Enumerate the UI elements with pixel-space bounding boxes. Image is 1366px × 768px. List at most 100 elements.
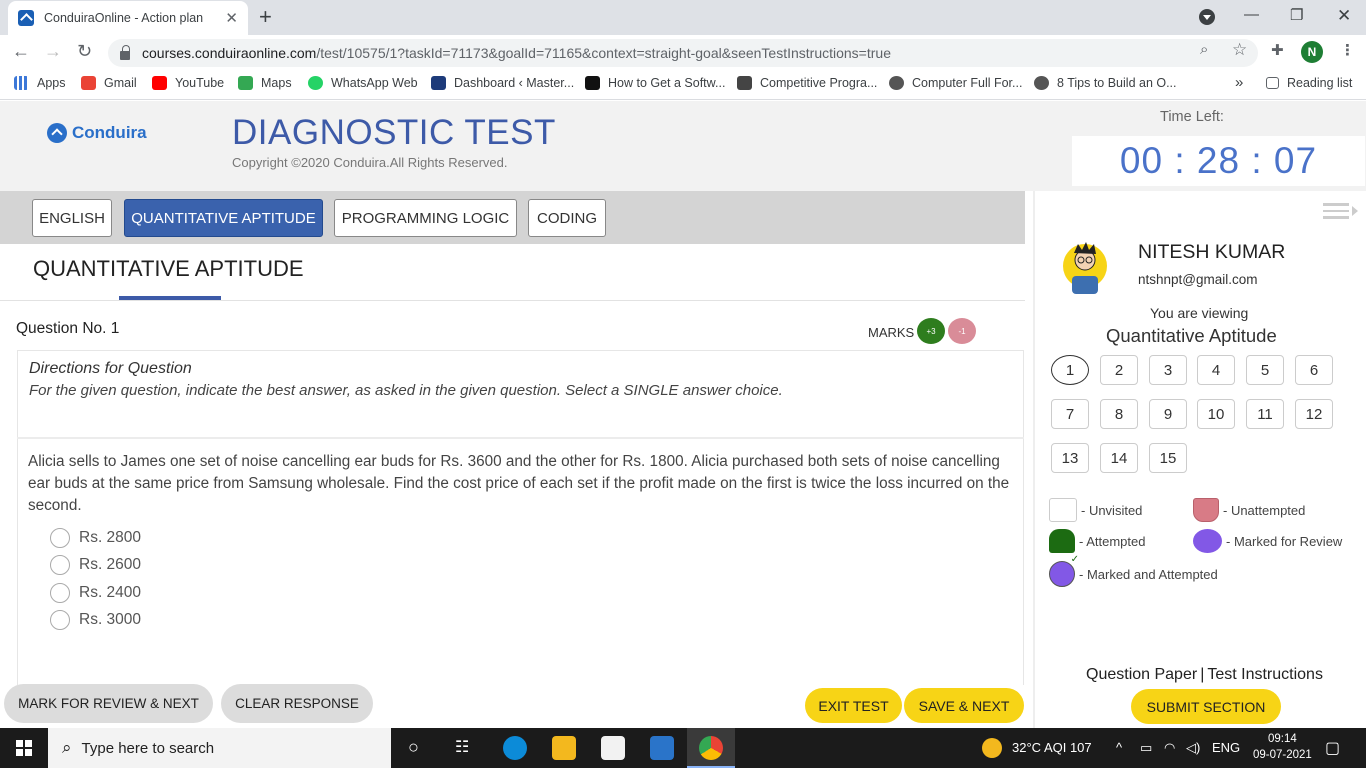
radio-button[interactable]	[50, 555, 70, 575]
answer-option-3[interactable]: Rs. 2400	[50, 583, 141, 603]
save-next-button[interactable]: SAVE & NEXT	[904, 688, 1024, 723]
exit-test-button[interactable]: EXIT TEST	[805, 688, 902, 723]
question-text: Alicia sells to James one set of noise c…	[28, 453, 1010, 514]
question-palette-button[interactable]: 12	[1295, 399, 1333, 429]
question-palette-button[interactable]: 1	[1051, 355, 1089, 385]
mark-for-review-next-button[interactable]: MARK FOR REVIEW & NEXT	[4, 684, 213, 723]
test-instructions-link[interactable]: Test Instructions	[1207, 666, 1323, 683]
language-indicator[interactable]: ENG	[1212, 740, 1240, 755]
bookmark-competitive[interactable]: Competitive Progra...	[737, 76, 877, 90]
question-palette-button[interactable]: 5	[1246, 355, 1284, 385]
question-palette-button[interactable]: 8	[1100, 399, 1138, 429]
reading-list-button[interactable]: Reading list	[1266, 76, 1352, 90]
tab-quantitative-aptitude[interactable]: QUANTITATIVE APTITUDE	[124, 199, 323, 237]
bookmark-dashboard[interactable]: Dashboard ‹ Master...	[431, 76, 574, 90]
browser-tab-active[interactable]: ConduiraOnline - Action plan ✕	[8, 1, 248, 35]
extensions-puzzle-icon[interactable]: ✚	[1271, 41, 1284, 59]
answer-option-4[interactable]: Rs. 3000	[50, 610, 141, 630]
radio-button[interactable]	[50, 583, 70, 603]
bookmark-gmail[interactable]: Gmail	[81, 76, 137, 90]
question-palette-button[interactable]: 15	[1149, 443, 1187, 473]
clear-response-button[interactable]: CLEAR RESPONSE	[221, 684, 373, 723]
answer-option-2[interactable]: Rs. 2600	[50, 555, 141, 575]
question-palette-button[interactable]: 4	[1197, 355, 1235, 385]
notifications-icon[interactable]: ▢	[1325, 738, 1340, 758]
bookmark-label: Apps	[37, 76, 66, 90]
question-palette-button[interactable]: 6	[1295, 355, 1333, 385]
bookmark-maps[interactable]: Maps	[238, 76, 292, 90]
browser-menu-icon[interactable]: ⋮	[1340, 41, 1355, 59]
taskbar-search-input[interactable]: ⌕ Type here to search	[48, 728, 391, 768]
tab-english[interactable]: ENGLISH	[32, 199, 112, 237]
tab-programming-logic[interactable]: PROGRAMMING LOGIC	[334, 199, 517, 237]
battery-icon[interactable]: ▭	[1140, 740, 1152, 756]
question-palette-button[interactable]: 9	[1149, 399, 1187, 429]
question-palette-button[interactable]: 3	[1149, 355, 1187, 385]
bookmark-tips[interactable]: 8 Tips to Build an O...	[1034, 76, 1177, 90]
profile-avatar[interactable]: N	[1301, 41, 1323, 63]
minimize-icon[interactable]: —	[1244, 6, 1259, 23]
divider	[17, 437, 1024, 439]
bookmark-label: YouTube	[175, 76, 225, 90]
file-explorer-icon[interactable]	[552, 736, 576, 760]
question-palette-button[interactable]: 10	[1197, 399, 1235, 429]
bookmark-computer[interactable]: Computer Full For...	[889, 76, 1022, 90]
tab-coding[interactable]: CODING	[528, 199, 606, 237]
chrome-taskbar-button[interactable]	[687, 728, 735, 768]
store-icon[interactable]	[601, 736, 625, 760]
back-arrow-icon[interactable]: ←	[12, 41, 30, 62]
question-palette-button[interactable]: 2	[1100, 355, 1138, 385]
clock-date: 09-07-2021	[1253, 749, 1312, 761]
radio-button[interactable]	[50, 610, 70, 630]
bookmark-label: How to Get a Softw...	[608, 76, 726, 90]
zoom-icon[interactable]: ⌕	[1200, 41, 1208, 58]
bookmarks-bar: Apps Gmail YouTube Maps WhatsApp Web Das…	[0, 70, 1366, 100]
question-palette-button[interactable]: 11	[1246, 399, 1284, 429]
tab-close-icon[interactable]: ✕	[225, 9, 238, 27]
tab-search-icon[interactable]	[1199, 9, 1215, 25]
bookmark-apps[interactable]: Apps	[14, 76, 66, 90]
reload-icon[interactable]: ↻	[77, 41, 92, 62]
question-palette-button[interactable]: 7	[1051, 399, 1089, 429]
address-bar[interactable]: courses.conduiraonline.com/test/10575/1?…	[108, 39, 1258, 67]
bookmark-whatsapp[interactable]: WhatsApp Web	[308, 76, 418, 90]
weather-icon[interactable]	[982, 738, 1002, 758]
volume-icon[interactable]: ◁)	[1186, 740, 1200, 756]
question-paper-link[interactable]: Question Paper	[1086, 666, 1197, 683]
radio-button[interactable]	[50, 528, 70, 548]
edge-icon[interactable]	[503, 736, 527, 760]
url-path: /test/10575/1?taskId=71173&goalId=71165&…	[316, 45, 891, 61]
task-view-icon[interactable]: ☷	[455, 737, 469, 757]
taskbar-clock[interactable]: 09:14 09-07-2021	[1253, 731, 1312, 763]
question-palette-button[interactable]: 13	[1051, 443, 1089, 473]
collapse-menu-icon[interactable]	[1323, 203, 1359, 221]
question-number: Question No. 1	[16, 320, 120, 337]
mail-icon[interactable]	[650, 736, 674, 760]
windows-start-icon[interactable]	[16, 740, 32, 756]
answer-option-1[interactable]: Rs. 2800	[50, 528, 141, 548]
restore-icon[interactable]: ❐	[1290, 6, 1303, 24]
window-close-icon[interactable]: ✕	[1337, 6, 1351, 26]
option-label: Rs. 2400	[79, 584, 142, 601]
new-tab-button[interactable]: +	[259, 4, 272, 30]
cortana-icon[interactable]: ○	[408, 737, 419, 758]
bookmark-star-icon[interactable]: ☆	[1232, 40, 1247, 60]
bookmark-software[interactable]: How to Get a Softw...	[585, 76, 725, 90]
legend-attempted: - Attempted	[1049, 529, 1145, 553]
section-heading: QUANTITATIVE APTITUDE	[33, 256, 304, 281]
wifi-icon[interactable]: ◠	[1164, 740, 1175, 756]
apps-grid-icon	[14, 76, 29, 90]
bookmark-label: Maps	[261, 76, 292, 90]
weather-text[interactable]: 32°C AQI 107	[1012, 740, 1092, 755]
submit-section-button[interactable]: SUBMIT SECTION	[1131, 689, 1281, 724]
forward-arrow-icon[interactable]: →	[44, 41, 62, 62]
show-hidden-icons-icon[interactable]: ^	[1116, 740, 1122, 755]
bookmarks-overflow-icon[interactable]: »	[1235, 74, 1243, 91]
attempted-swatch-icon	[1049, 529, 1075, 553]
brand-logo[interactable]: Conduira	[47, 123, 147, 143]
question-panel	[17, 350, 1024, 685]
user-email: ntshnpt@gmail.com	[1138, 272, 1258, 287]
question-palette-button[interactable]: 14	[1100, 443, 1138, 473]
browser-toolbar: ← → ↻ courses.conduiraonline.com/test/10…	[0, 35, 1366, 70]
bookmark-youtube[interactable]: YouTube	[152, 76, 224, 90]
